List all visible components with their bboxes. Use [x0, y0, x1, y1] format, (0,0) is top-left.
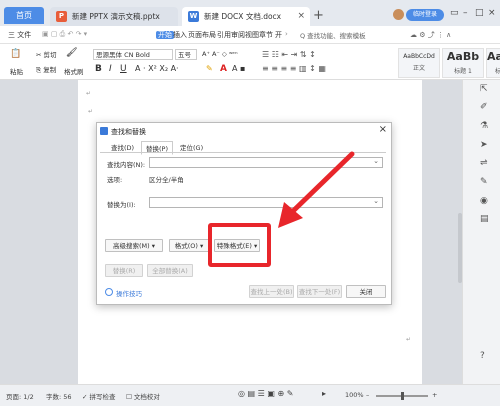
minimize-icon[interactable]: – — [463, 8, 468, 18]
replace-button[interactable]: 替换(R) — [105, 264, 143, 277]
search-function-input[interactable]: Q 查找功能、搜索模板 — [300, 30, 366, 40]
ribbon: 📋 粘贴 ✂ 剪切 ⎘ 复制 🖌 格式刷 思源黑体 CN Bold 五号 A⁺ … — [0, 44, 500, 80]
cut-button[interactable]: ✂ 剪切 — [36, 49, 57, 59]
filter-icon[interactable]: ⚗ — [480, 121, 488, 131]
select-icon[interactable]: ➤ — [480, 140, 488, 150]
find-input[interactable]: ⌄ — [149, 157, 383, 168]
font-family-select[interactable]: 思源黑体 CN Bold — [93, 49, 173, 60]
find-previous-button[interactable]: 查找上一处(B) — [249, 285, 294, 298]
style-heading[interactable]: AaBb 标题 — [486, 48, 500, 78]
italic-button[interactable]: I — [109, 64, 112, 74]
zoom-level[interactable]: 100% — [345, 391, 364, 399]
app-icon — [100, 127, 108, 135]
proofread-button[interactable]: ☐ 文档校对 — [126, 391, 160, 401]
highlight-icon[interactable]: ✎ — [206, 64, 213, 73]
close-tab-icon[interactable]: × — [297, 7, 305, 26]
tab-home[interactable]: 首页 — [4, 7, 44, 24]
bold-button[interactable]: B — [95, 64, 102, 74]
avatar[interactable] — [393, 9, 404, 20]
format-painter-icon[interactable]: 🖌 — [66, 48, 77, 58]
menu-bar: 三 文件 ▣ ▢ ⎙ ↶ ↷ ▾ 开始 插入 页面布局 引用 审阅 视图 章节 … — [0, 26, 500, 44]
find-next-button[interactable]: 查找下一处(F) — [297, 285, 342, 298]
replace-input[interactable]: ⌄ — [149, 197, 383, 208]
menu-view[interactable]: 视图 — [245, 30, 259, 40]
paragraph-mark: ↵ — [86, 90, 92, 97]
style-normal[interactable]: AaBbCcDd 正文 — [398, 48, 440, 78]
paste-button[interactable]: 粘贴 — [10, 66, 23, 76]
close-button[interactable]: 关闭 — [346, 285, 386, 298]
docx-icon: W — [188, 11, 199, 22]
menu-chapter[interactable]: 章节 — [259, 30, 273, 40]
help-icon[interactable]: ? — [480, 351, 485, 361]
close-icon[interactable]: × — [379, 124, 387, 135]
chevron-down-icon[interactable]: ⌄ — [373, 197, 379, 205]
format-button[interactable]: 格式(O) ▾ — [169, 239, 209, 252]
tools-icon[interactable]: ✐ — [480, 102, 488, 112]
login-button[interactable]: 临时登录 — [406, 9, 444, 21]
title-bar: 首页 P 新建 PPTX 演示文稿.pptx W 新建 DOCX 文档.docx… — [0, 0, 500, 26]
font-size-select[interactable]: 五号 — [175, 49, 197, 60]
text-effects-buttons[interactable]: A · X² X₂ A· — [135, 64, 179, 73]
paragraph-mark: ↵ — [406, 336, 412, 343]
menu-insert[interactable]: 插入 — [173, 30, 187, 40]
paragraph-align-icons[interactable]: ≡ ≡ ≡ ≡ ▥ ↕ ▦ — [262, 64, 326, 73]
char-shading-icon[interactable]: A ▪ — [232, 64, 245, 73]
replace-label: 替换为(I): — [107, 201, 136, 209]
zoom-slider-thumb[interactable] — [401, 392, 404, 400]
menu-start[interactable]: 开始 — [156, 31, 174, 39]
highlight-box — [208, 223, 271, 267]
tips-icon[interactable] — [105, 288, 113, 296]
advanced-search-button[interactable]: 高级搜索(M) ▾ — [105, 239, 163, 252]
tab-label: 新建 DOCX 文档.docx — [204, 12, 282, 21]
options-label: 选项: — [107, 176, 123, 184]
font-size-buttons[interactable]: A⁺ A⁻ ◇ ʷᵉⁿ — [202, 50, 238, 58]
replace-all-button[interactable]: 全部替换(A) — [147, 264, 193, 277]
ribbon-toolbar-icons[interactable]: ☁ ⚙ ⤴ ⋮ ∧ — [410, 30, 451, 40]
zoom-out-button[interactable]: – — [366, 391, 369, 399]
spell-check-button[interactable]: ✓ 拼写检查 — [82, 391, 116, 401]
close-window-icon[interactable]: × — [488, 8, 496, 18]
menu-file[interactable]: 三 文件 — [8, 30, 31, 40]
tips-link[interactable]: 操作技巧 — [116, 288, 142, 298]
format-painter-button[interactable]: 格式刷 — [64, 66, 84, 76]
view-mode-icons[interactable]: ◎ ▤ ☰ ▣ ⊕ ✎ — [238, 389, 293, 398]
tab-divider — [100, 152, 386, 153]
word-count[interactable]: 字数: 56 — [46, 391, 72, 401]
maximize-icon[interactable]: □ — [475, 8, 484, 18]
page-count: 页面: 1/2 — [6, 393, 34, 401]
status-bar: 页面: 1/2 字数: 56 ✓ 拼写检查 ☐ 文档校对 ◎ ▤ ☰ ▣ ⊕ ✎… — [0, 384, 500, 406]
tab-pptx-document[interactable]: P 新建 PPTX 演示文稿.pptx — [50, 7, 178, 26]
menu-review[interactable]: 审阅 — [231, 30, 245, 40]
zoom-in-button[interactable]: + — [432, 391, 437, 399]
pptx-icon: P — [56, 11, 67, 22]
copy-button[interactable]: ⎘ 复制 — [36, 64, 56, 75]
adjust-icon[interactable]: ⇌ — [480, 158, 488, 168]
paste-icon[interactable]: 📋 — [10, 49, 21, 59]
zoom-out-icon[interactable]: ▸ — [322, 389, 326, 398]
quick-access-icons[interactable]: ▣ ▢ ⎙ ↶ ↷ ▾ — [42, 30, 87, 39]
menu-references[interactable]: 引用 — [217, 30, 231, 40]
find-label: 查找内容(N): — [107, 161, 146, 169]
underline-button[interactable]: U — [120, 64, 127, 74]
find-replace-dialog: 查找和替换 × 查找(D) 替换(P) 定位(G) 查找内容(N): ⌄ 选项:… — [96, 122, 392, 305]
dialog-title: 查找和替换 — [111, 128, 146, 136]
menu-more[interactable]: 开 — [275, 30, 282, 40]
side-panel: ⇱ ✐ ⚗ ➤ ⇌ ✎ ◉ ▤ ? — [462, 80, 500, 384]
expand-icon[interactable]: ⇱ — [480, 84, 488, 94]
tab-label: 新建 PPTX 演示文稿.pptx — [72, 12, 160, 21]
edit-icon[interactable]: ✎ — [480, 177, 488, 187]
new-tab-icon[interactable]: + — [313, 8, 324, 23]
options-value: 区分全/半角 — [149, 176, 184, 184]
style-heading-1[interactable]: AaBb 标题 1 — [442, 48, 484, 78]
menu-scroll-icon[interactable]: › — [285, 30, 288, 38]
font-color-icon[interactable]: A — [220, 64, 227, 74]
tab-docx-document[interactable]: W 新建 DOCX 文档.docx × — [182, 7, 310, 26]
paragraph-mark: ↵ — [88, 108, 94, 115]
chevron-down-icon[interactable]: ⌄ — [373, 157, 379, 165]
menu-page-layout[interactable]: 页面布局 — [188, 30, 216, 40]
chart-icon[interactable]: ▤ — [480, 214, 489, 224]
location-icon[interactable]: ◉ — [480, 196, 488, 206]
paragraph-list-icons[interactable]: ☰ ☷ ⇤ ⇥ ⇅ ↕ — [262, 50, 316, 59]
window-layout-icon[interactable]: ▭ — [450, 8, 459, 18]
